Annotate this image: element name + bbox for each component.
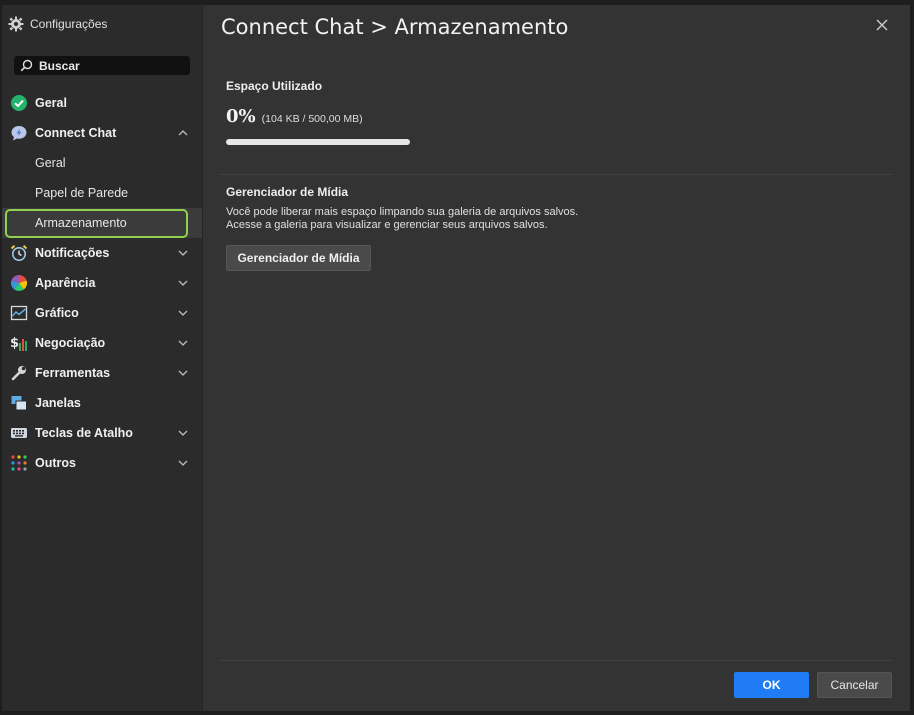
chevron-down-icon[interactable] [177, 247, 189, 259]
sidebar-item-label: Outros [35, 456, 76, 470]
sidebar-item-label: Geral [35, 96, 67, 110]
sidebar-item-label: Janelas [35, 396, 81, 410]
sidebar-item-outros[interactable]: Outros [2, 448, 202, 478]
sidebar-header: Configurações [8, 15, 107, 33]
color-wheel-icon [10, 275, 28, 292]
storage-percent: 0% [226, 106, 256, 127]
media-manager-button[interactable]: Gerenciador de Mídia [226, 245, 371, 271]
close-icon[interactable] [875, 18, 889, 32]
sidebar-item-teclas-de-atalho[interactable]: Teclas de Atalho [2, 418, 202, 448]
chart-icon [10, 305, 28, 321]
ok-button[interactable]: OK [734, 672, 809, 698]
search-input[interactable]: Buscar [14, 56, 190, 75]
page-title: Connect Chat > Armazenamento [221, 15, 569, 39]
chevron-down-icon[interactable] [177, 277, 189, 289]
section-divider [219, 174, 893, 175]
dollar-bars-icon: $ [10, 336, 27, 351]
sidebar-item-notificacoes[interactable]: Notificações [2, 238, 202, 268]
media-description-line: Acesse a galeria para visualizar e geren… [226, 219, 548, 231]
sidebar-title: Configurações [30, 17, 108, 31]
sidebar-subitem-armazenamento[interactable]: Armazenamento [2, 208, 202, 238]
sidebar-nav: Geral Connect Chat Geral Papel de Parede [2, 88, 202, 478]
search-icon [20, 59, 33, 72]
chevron-down-icon[interactable] [177, 307, 189, 319]
chevron-down-icon[interactable] [177, 457, 189, 469]
sidebar-item-label: Negociação [35, 336, 106, 350]
chevron-down-icon[interactable] [177, 427, 189, 439]
storage-heading: Espaço Utilizado [226, 79, 323, 93]
sidebar-item-label: Ferramentas [35, 366, 111, 380]
sidebar-item-grafico[interactable]: Gráfico [2, 298, 202, 328]
media-heading: Gerenciador de Mídia [226, 185, 349, 199]
storage-detail: (104 KB / 500,00 MB) [261, 113, 363, 125]
chevron-up-icon[interactable] [177, 127, 189, 139]
wrench-icon [11, 366, 26, 381]
chat-bubble-icon [11, 126, 27, 141]
sidebar-subitem-label: Papel de Parede [35, 186, 129, 200]
gear-icon [8, 16, 24, 32]
sidebar-subitem-label: Geral [35, 156, 66, 170]
storage-usage: 0% (104 KB / 500,00 MB) [226, 106, 363, 127]
sidebar-item-label: Connect Chat [35, 126, 117, 140]
media-description: Você pode liberar mais espaço limpando s… [226, 206, 578, 232]
sidebar-item-janelas[interactable]: Janelas [2, 388, 202, 418]
sidebar-item-label: Notificações [35, 246, 110, 260]
sidebar-item-label: Aparência [35, 276, 96, 290]
dots-grid-icon [11, 455, 27, 471]
sidebar-subitem-geral[interactable]: Geral [2, 148, 202, 178]
sidebar-item-negociacao[interactable]: $ Negociação [2, 328, 202, 358]
alarm-clock-icon [10, 245, 28, 261]
sidebar-item-aparencia[interactable]: Aparência [2, 268, 202, 298]
sidebar-item-label: Gráfico [35, 306, 79, 320]
chevron-down-icon[interactable] [177, 367, 189, 379]
sidebar-subitem-label: Armazenamento [35, 216, 127, 230]
check-circle-icon [11, 95, 27, 111]
windows-icon [11, 396, 27, 411]
svg-text:$: $ [10, 336, 19, 351]
sidebar-item-label: Teclas de Atalho [35, 426, 133, 440]
chevron-down-icon[interactable] [177, 337, 189, 349]
sidebar-subitem-papel-de-parede[interactable]: Papel de Parede [2, 178, 202, 208]
settings-window: Configurações Buscar Geral Connect Chat … [2, 5, 910, 711]
sidebar-item-ferramentas[interactable]: Ferramentas [2, 358, 202, 388]
search-placeholder: Buscar [39, 58, 80, 73]
sidebar: Configurações Buscar Geral Connect Chat … [2, 5, 203, 711]
media-description-line: Você pode liberar mais espaço limpando s… [226, 206, 579, 218]
main-panel: Connect Chat > Armazenamento Espaço Util… [203, 5, 910, 711]
sidebar-item-geral[interactable]: Geral [2, 88, 202, 118]
storage-progress-bar [226, 139, 410, 145]
cancel-button[interactable]: Cancelar [817, 672, 892, 698]
footer-divider [219, 660, 893, 661]
sidebar-item-connect-chat[interactable]: Connect Chat [2, 118, 202, 148]
keyboard-icon [11, 428, 27, 438]
